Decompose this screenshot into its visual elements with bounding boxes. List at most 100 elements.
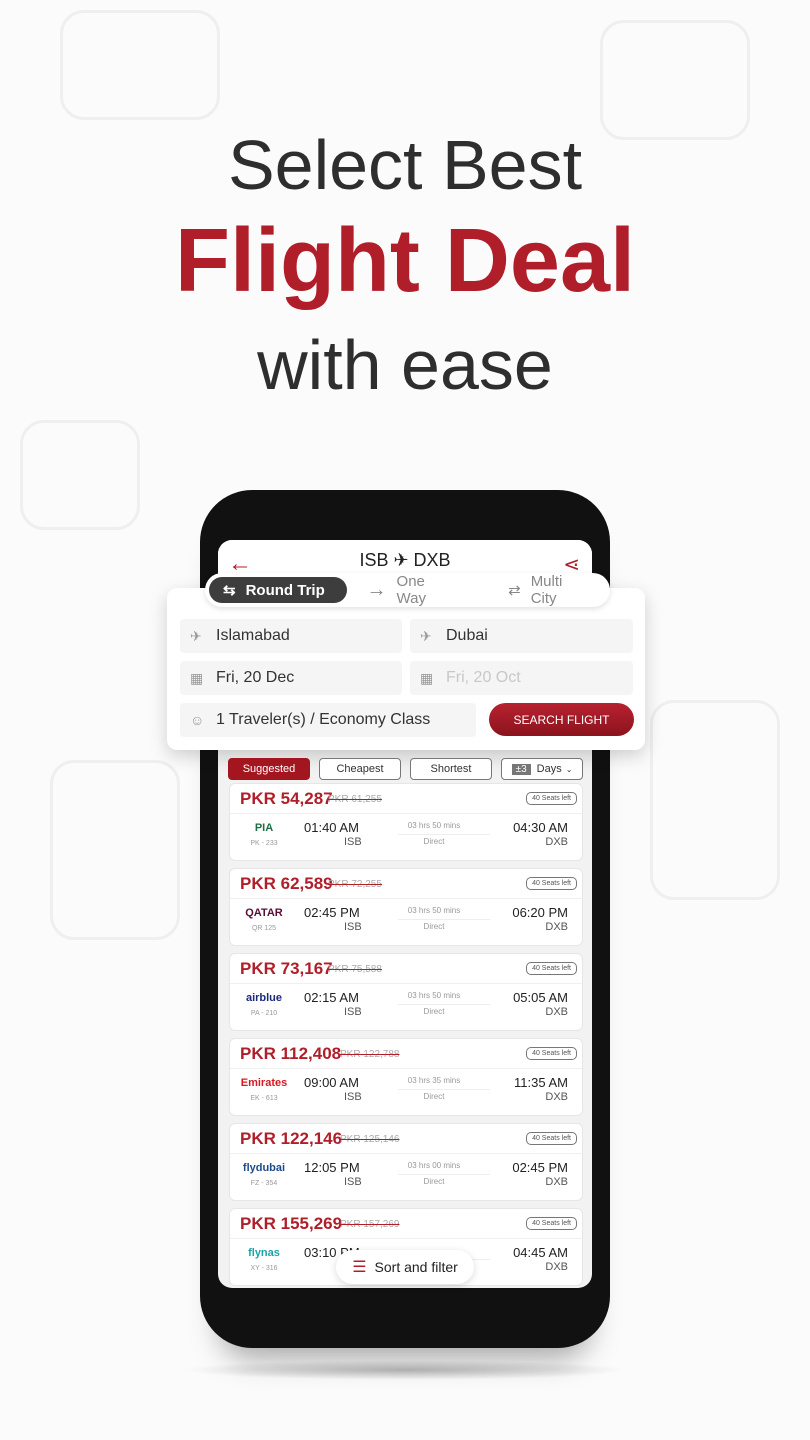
flight-number: PA - 210 <box>250 1010 278 1017</box>
price: PKR 122,146 <box>240 1129 343 1148</box>
seats-left-badge: 40 Seats left <box>526 877 577 890</box>
airline-logo: airblue <box>245 992 283 1004</box>
flight-card[interactable]: PKR 122,146 PKR 125,146 40 Seats left fl… <box>229 1123 583 1201</box>
sort-and-filter-label: Sort and filter <box>374 1259 458 1275</box>
arrival-time: 02:45 PM <box>512 1160 568 1175</box>
divider <box>230 813 582 814</box>
original-price: PKR 122,788 <box>340 1049 400 1060</box>
flight-card[interactable]: PKR 112,408 PKR 122,788 40 Seats left Em… <box>229 1038 583 1116</box>
departure-airport: ISB <box>344 1006 362 1018</box>
filter-cheapest[interactable]: Cheapest <box>319 758 401 780</box>
departure-airport: ISB <box>344 1176 362 1188</box>
tab-label: One Way <box>396 573 426 607</box>
route-line <box>398 919 490 920</box>
tab-multi-city[interactable]: ⇄ Multi City <box>494 573 606 607</box>
stops: Direct <box>423 1177 445 1186</box>
tab-label: Multi City <box>530 573 563 607</box>
stops: Direct <box>423 1092 445 1101</box>
seats-left-badge: 40 Seats left <box>526 792 577 805</box>
seats-left-badge: 40 Seats left <box>526 1047 577 1060</box>
stops: Direct <box>423 837 445 846</box>
range-badge: ±3 <box>511 763 531 775</box>
to-field[interactable]: ✈ Dubai <box>410 619 633 653</box>
arrival-time: 04:30 AM <box>513 820 568 835</box>
price: PKR 73,167 <box>240 959 333 978</box>
original-price: PKR 75,588 <box>328 964 382 975</box>
arrival-airport: DXB <box>545 1091 568 1103</box>
route-line <box>398 1089 490 1090</box>
filter-suggested[interactable]: Suggested <box>228 758 310 780</box>
background-doodle <box>50 760 180 940</box>
calendar-icon: ▦ <box>420 669 434 686</box>
headline-line-2: Flight Deal <box>174 211 636 311</box>
depart-date-field[interactable]: ▦ Fri, 20 Dec <box>180 661 402 695</box>
background-doodle <box>20 420 140 530</box>
trip-type-tabs: ⇆ Round Trip → One Way ⇄ Multi City <box>205 573 610 607</box>
multi-city-icon: ⇄ <box>508 582 521 599</box>
arrival-airport: DXB <box>545 836 568 848</box>
days-label: Days <box>536 763 562 775</box>
airline-logo: PIA <box>254 822 274 834</box>
arrival-airport: DXB <box>545 1006 568 1018</box>
original-price: PKR 157,269 <box>340 1219 400 1230</box>
arrival-time: 11:35 AM <box>514 1075 568 1090</box>
seats-left-badge: 40 Seats left <box>526 962 577 975</box>
stops: Direct <box>423 1007 445 1016</box>
travelers-value: 1 Traveler(s) / Economy Class <box>216 711 431 728</box>
route-line <box>398 1004 490 1005</box>
departure-time: 02:45 PM <box>304 905 360 920</box>
divider <box>230 898 582 899</box>
travelers-field[interactable]: ☺ 1 Traveler(s) / Economy Class <box>180 703 476 737</box>
filter-shortest[interactable]: Shortest <box>410 758 492 780</box>
flight-card[interactable]: PKR 73,167 PKR 75,588 40 Seats left airb… <box>229 953 583 1031</box>
original-price: PKR 125,146 <box>340 1134 400 1145</box>
from-field[interactable]: ✈ Islamabad <box>180 619 402 653</box>
travelers-icon: ☺ <box>190 712 205 728</box>
route-line <box>398 834 490 835</box>
arrival-time: 05:05 AM <box>513 990 568 1005</box>
flight-card[interactable]: PKR 62,589 PKR 72,255 40 Seats left QATA… <box>229 868 583 946</box>
route-line <box>398 1174 490 1175</box>
arrival-time: 06:20 PM <box>512 905 568 920</box>
airline-logo: Emirates <box>240 1077 288 1089</box>
departure-airport: ISB <box>344 1091 362 1103</box>
sort-tabs: Suggested Cheapest Shortest ±3 Days ⌄ <box>228 758 583 780</box>
flight-card[interactable]: PKR 54,287 PKR 61,255 40 Seats left PIA … <box>229 783 583 861</box>
headline-line-3: with ease <box>257 326 553 404</box>
departure-time: 02:15 AM <box>304 990 359 1005</box>
departure-time: 12:05 PM <box>304 1160 360 1175</box>
divider <box>230 1238 582 1239</box>
headline-line-1: Select Best <box>227 126 583 204</box>
price: PKR 112,408 <box>240 1044 342 1063</box>
duration: 03 hrs 50 mins <box>407 906 461 915</box>
stops: Direct <box>423 922 445 931</box>
days-range-dropdown[interactable]: ±3 Days ⌄ <box>501 758 583 780</box>
tab-one-way[interactable]: → One Way <box>353 573 473 607</box>
divider <box>230 1068 582 1069</box>
departure-airport: ISB <box>344 836 362 848</box>
price: PKR 155,269 <box>240 1214 343 1233</box>
duration: 03 hrs 00 mins <box>407 1161 461 1170</box>
sort-and-filter-button[interactable]: ☰ Sort and filter <box>336 1250 474 1284</box>
phone-shadow <box>180 1360 630 1380</box>
return-value: Fri, 20 Oct <box>446 669 521 686</box>
divider <box>230 983 582 984</box>
airline-logo: flynas <box>248 1247 280 1259</box>
arrow-right-icon: → <box>366 578 387 601</box>
flight-number: QR 125 <box>251 925 277 932</box>
background-doodle <box>60 10 220 120</box>
arrival-airport: DXB <box>545 921 568 933</box>
takeoff-icon: ✈ <box>190 627 202 644</box>
background-doodle <box>650 700 780 900</box>
arrival-airport: DXB <box>545 1261 568 1273</box>
tab-label: Round Trip <box>245 581 325 599</box>
flight-number: PK - 233 <box>250 840 278 847</box>
search-flight-button[interactable]: SEARCH FLIGHT <box>489 703 634 736</box>
depart-value: Fri, 20 Dec <box>216 669 295 686</box>
background-doodle <box>600 20 750 140</box>
return-date-field[interactable]: ▦ Fri, 20 Oct <box>410 661 633 695</box>
airline-logo: QATAR <box>245 907 283 919</box>
tab-round-trip[interactable]: ⇆ Round Trip <box>209 577 347 603</box>
to-value: Dubai <box>446 627 488 644</box>
swap-icon: ⇆ <box>223 582 236 599</box>
